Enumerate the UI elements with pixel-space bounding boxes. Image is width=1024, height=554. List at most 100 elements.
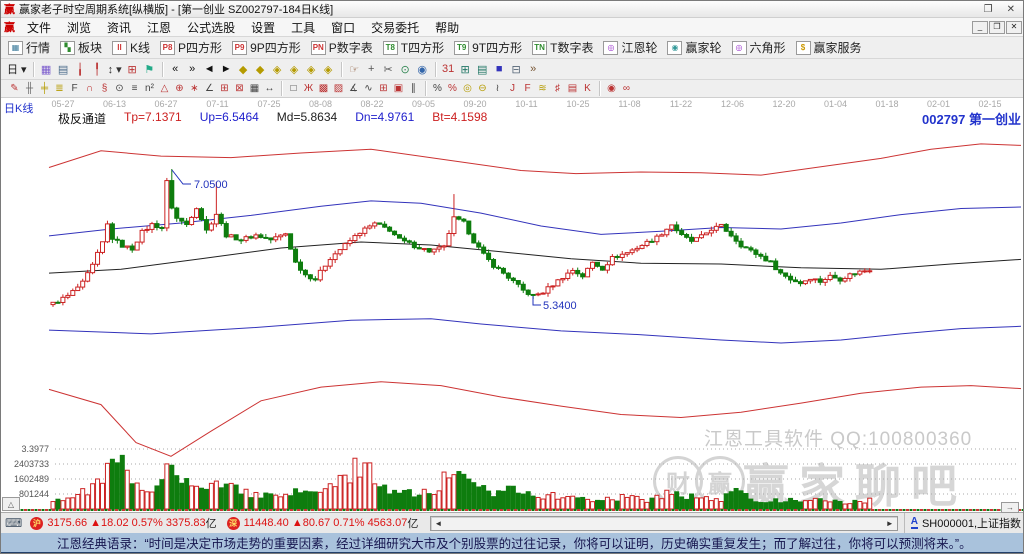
close-button[interactable]: ✕ xyxy=(1007,4,1015,15)
gann-box2-tool-icon[interactable]: ⊠ xyxy=(232,82,247,96)
j-line-tool-icon[interactable]: J xyxy=(505,82,520,96)
compass-tool-icon[interactable]: ⊙ xyxy=(112,82,127,96)
toolbar-button-p-square[interactable]: P8P四方形 xyxy=(155,38,227,57)
toolbar-button-t-digit-table[interactable]: TNT数字表 xyxy=(527,38,598,57)
menu-3[interactable]: 江恩 xyxy=(139,18,179,37)
steps-red-tool-icon[interactable]: ♯ xyxy=(550,82,565,96)
pen-tool-icon[interactable]: ✎ xyxy=(7,82,22,96)
toolbar-button-winner-service[interactable]: $赢家服务 xyxy=(791,38,867,57)
price-level-tool-icon[interactable]: ≣ xyxy=(52,82,67,96)
gann-box-tool-icon[interactable]: ⊞ xyxy=(217,82,232,96)
crosshair-tool-icon[interactable]: + xyxy=(363,61,380,77)
toolbar-button-sectors[interactable]: ▚板块 xyxy=(55,38,107,57)
print-icon[interactable]: ⊟ xyxy=(508,61,525,77)
grid-tool-icon[interactable]: ▦ xyxy=(247,82,262,96)
shanghai-index-icon[interactable]: 沪 xyxy=(30,517,43,530)
wave2-tool-icon[interactable]: ∿ xyxy=(361,82,376,96)
menu-4[interactable]: 公式选股 xyxy=(179,18,243,37)
shenzhen-index-icon[interactable]: 深 xyxy=(227,517,240,530)
toolbar-button-t-square[interactable]: T8T四方形 xyxy=(378,38,449,57)
kline-small-2-icon[interactable]: ╿ xyxy=(89,61,106,77)
menu-0[interactable]: 文件 xyxy=(19,18,59,37)
gann-fan-tool-icon[interactable]: ╪ xyxy=(37,82,52,96)
star-tool-icon[interactable]: ∗ xyxy=(187,82,202,96)
red-grid-tool-icon[interactable]: ▩ xyxy=(316,82,331,96)
mdi-restore-button[interactable]: ❐ xyxy=(989,21,1005,34)
horizontal-scrollbar[interactable]: ◄ ► xyxy=(430,516,897,531)
kline-small-icon[interactable]: ╽ xyxy=(72,61,89,77)
next-bar-icon[interactable]: ► xyxy=(218,61,235,77)
infinity-tool-icon[interactable]: ∞ xyxy=(619,82,634,96)
grid2-tool-icon[interactable]: ⊞ xyxy=(376,82,391,96)
toolbar-button-hexagon[interactable]: ◎六角形 xyxy=(727,38,791,57)
fibonacci-tool-icon[interactable]: F xyxy=(67,82,82,96)
calendar-icon[interactable]: 31 xyxy=(440,61,457,77)
image-view-icon[interactable]: ▦ xyxy=(38,61,55,77)
toolbar-button-quotes[interactable]: ▦行情 xyxy=(3,38,55,57)
rays-tool-icon[interactable]: Ж xyxy=(301,82,316,96)
box-red2-tool-icon[interactable]: ▤ xyxy=(565,82,580,96)
diamond-tool-3-icon[interactable]: ◈ xyxy=(269,61,286,77)
percent-red-tool-icon[interactable]: % xyxy=(445,82,460,96)
save-file-icon[interactable]: ■ xyxy=(491,61,508,77)
menu-6[interactable]: 工具 xyxy=(283,18,323,37)
restore-button[interactable]: ❐ xyxy=(984,4,993,15)
color-flag-icon[interactable]: ⚑ xyxy=(141,61,158,77)
diamond-tool-6-icon[interactable]: ◈ xyxy=(320,61,337,77)
menu-9[interactable]: 帮助 xyxy=(427,18,467,37)
scrollbar-right-arrow[interactable]: ► xyxy=(886,519,894,528)
toolbar-button-gann-wheel[interactable]: ◎江恩轮 xyxy=(598,38,662,57)
export-icon[interactable]: » xyxy=(525,61,542,77)
toolbar-button-kline[interactable]: llK线 xyxy=(107,38,155,57)
mdi-close-button[interactable]: ✕ xyxy=(1006,21,1022,34)
clipboard-view-icon[interactable]: ▤ xyxy=(55,61,72,77)
calculator-icon[interactable]: ⊞ xyxy=(457,61,474,77)
wave-a-tool-icon[interactable]: △ xyxy=(157,82,172,96)
angle2-tool-icon[interactable]: ∡ xyxy=(346,82,361,96)
current-index-label[interactable]: SH000001,上证指数 xyxy=(922,515,1021,531)
red-box-tool-icon[interactable]: ▨ xyxy=(331,82,346,96)
pane-expand-button[interactable]: △ xyxy=(2,497,20,511)
globe-tool-icon[interactable]: ◉ xyxy=(414,61,431,77)
keyboard-icon[interactable]: ⌨ xyxy=(5,516,22,530)
menu-7[interactable]: 窗口 xyxy=(323,18,363,37)
parallel-tool-icon[interactable]: ∥ xyxy=(406,82,421,96)
updown-selector-icon[interactable]: ↕ ▾ xyxy=(106,61,124,77)
arc-tool-icon[interactable]: ∩ xyxy=(82,82,97,96)
freehand-tool-icon[interactable]: ≀ xyxy=(490,82,505,96)
diamond-tool-5-icon[interactable]: ◈ xyxy=(303,61,320,77)
gold-line-tool-icon[interactable]: ⊖ xyxy=(475,82,490,96)
angle-tool-icon[interactable]: ∠ xyxy=(202,82,217,96)
diamond-tool-2-icon[interactable]: ◆ xyxy=(252,61,269,77)
menu-5[interactable]: 设置 xyxy=(243,18,283,37)
gold-circle-tool-icon[interactable]: ◎ xyxy=(460,82,475,96)
steps-tool-icon[interactable]: ≋ xyxy=(535,82,550,96)
first-page-icon[interactable]: « xyxy=(167,61,184,77)
toolbar-button-9t-square[interactable]: T99T四方形 xyxy=(449,38,527,57)
diamond-tool-1-icon[interactable]: ◆ xyxy=(235,61,252,77)
kline-chart-canvas[interactable]: 3.3977240373316024898012447.05005.3400 xyxy=(1,98,1024,512)
menu-1[interactable]: 浏览 xyxy=(59,18,99,37)
scroll-right-button[interactable]: → xyxy=(1001,502,1019,513)
box3-tool-icon[interactable]: ▣ xyxy=(391,82,406,96)
select-box-tool-icon[interactable]: □ xyxy=(286,82,301,96)
bars-count-tool-icon[interactable]: ≡ xyxy=(127,82,142,96)
mdi-minimize-button[interactable]: _ xyxy=(972,21,988,34)
f-line-tool-icon[interactable]: F xyxy=(520,82,535,96)
spiral-tool-icon[interactable]: § xyxy=(97,82,112,96)
last-page-icon[interactable]: » xyxy=(184,61,201,77)
save-layout-icon[interactable]: ▤ xyxy=(474,61,491,77)
period-day-selector-icon[interactable]: 日 ▾ xyxy=(5,61,29,77)
target-tool-icon[interactable]: ⊕ xyxy=(172,82,187,96)
hand-tool-icon[interactable]: ☞ xyxy=(346,61,363,77)
indicator-window-icon[interactable]: ⊞ xyxy=(124,61,141,77)
gear-tool-icon[interactable]: ⊙ xyxy=(397,61,414,77)
gann-grid-tool-icon[interactable]: ╫ xyxy=(22,82,37,96)
taiji-tool-icon[interactable]: ◉ xyxy=(604,82,619,96)
k-red-tool-icon[interactable]: K xyxy=(580,82,595,96)
index-link-icon[interactable]: A xyxy=(911,517,918,529)
prev-bar-icon[interactable]: ◄ xyxy=(201,61,218,77)
diamond-tool-4-icon[interactable]: ◈ xyxy=(286,61,303,77)
toolbar-button-winner-wheel[interactable]: ◉赢家轮 xyxy=(662,38,726,57)
percent-tool-icon[interactable]: % xyxy=(430,82,445,96)
